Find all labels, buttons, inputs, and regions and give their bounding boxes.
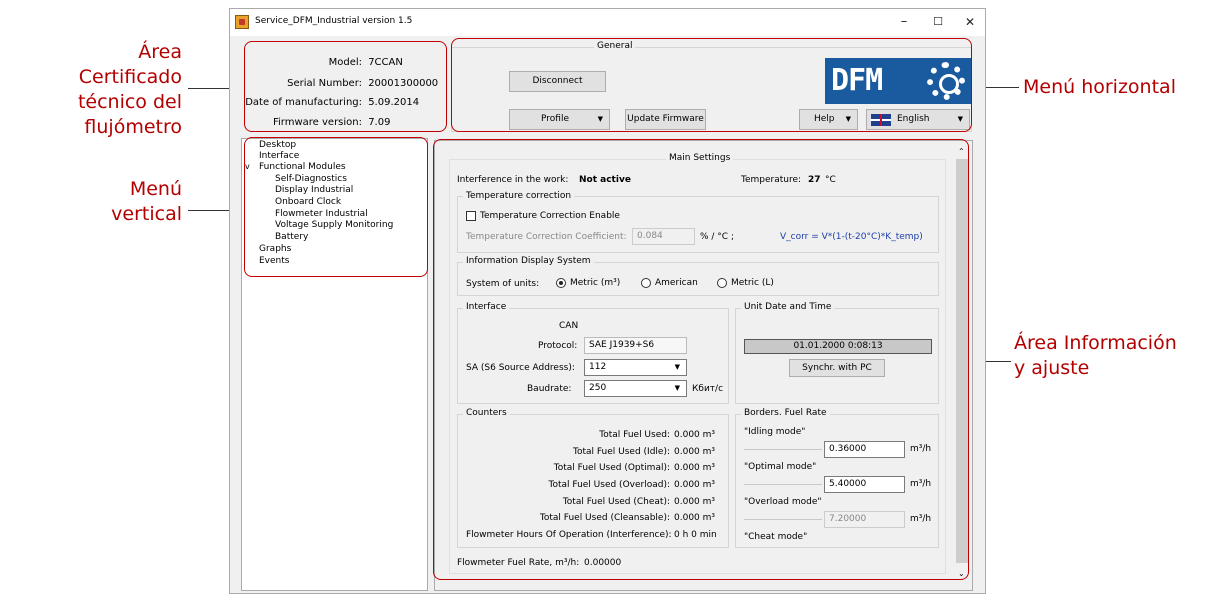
- highlight-horizontal-menu: [451, 38, 972, 132]
- window-title: Service_DFM_Industrial version 1.5: [255, 16, 413, 26]
- highlight-vertical-menu: [244, 137, 428, 277]
- annotation-vertical-menu: Menú vertical: [100, 177, 182, 227]
- annotation-line: Área Información: [1014, 332, 1177, 354]
- maximize-button[interactable]: ☐: [921, 11, 955, 33]
- annotation-line: flujómetro: [84, 116, 182, 138]
- annotation-cert-area: Área Certificado técnico del flujómetro: [36, 40, 182, 140]
- annotation-info-area: Área Información y ajuste: [1014, 331, 1204, 381]
- app-icon: [235, 15, 249, 29]
- annotation-line: Área Certificado: [78, 41, 182, 88]
- annotation-line: y ajuste: [1014, 357, 1090, 379]
- title-bar: Service_DFM_Industrial version 1.5 – ☐ ✕: [230, 9, 985, 36]
- highlight-cert-area: [244, 41, 447, 132]
- annotation-line: Menú: [129, 178, 182, 200]
- annotation-line: vertical: [111, 203, 182, 225]
- annotation-horizontal-menu: Menú horizontal: [1023, 76, 1176, 98]
- highlight-info-area: [433, 139, 969, 580]
- minimize-button[interactable]: –: [887, 11, 921, 33]
- close-button[interactable]: ✕: [953, 11, 987, 33]
- annotation-line: técnico del: [77, 91, 182, 113]
